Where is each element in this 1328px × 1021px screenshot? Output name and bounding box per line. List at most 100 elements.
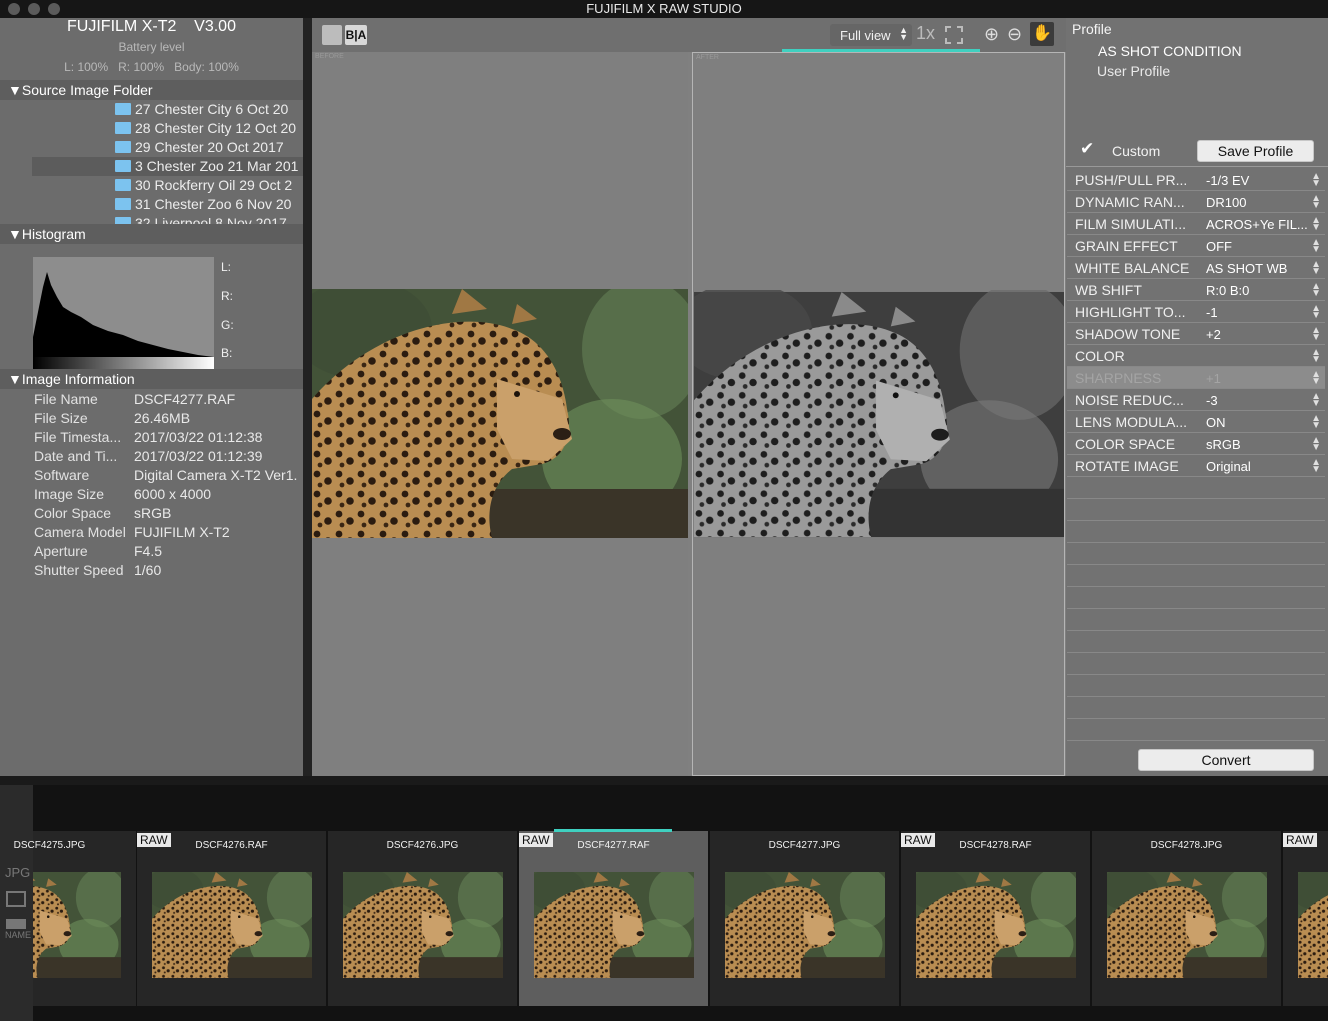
info-key: File Timesta...	[34, 429, 122, 445]
before-label: BEFORE	[315, 53, 344, 60]
stepper-arrows-icon[interactable]: ▲ ▼	[1311, 238, 1321, 255]
stepper-arrows-icon[interactable]: ▲ ▼	[1311, 304, 1321, 321]
setting-row[interactable]: COLOR ▲ ▼	[1067, 345, 1325, 367]
setting-row[interactable]: COLOR SPACE sRGB ▲ ▼	[1067, 433, 1325, 455]
info-key: Image Size	[34, 486, 105, 502]
setting-row[interactable]: PUSH/PULL PR... -1/3 EV ▲ ▼	[1067, 169, 1325, 191]
after-image	[694, 290, 1064, 539]
setting-row[interactable]: NOISE REDUC... -3 ▲ ▼	[1067, 389, 1325, 411]
save-profile-button[interactable]: Save Profile	[1197, 140, 1314, 162]
before-after-button[interactable]: B|A	[345, 25, 367, 45]
thumbnail-image	[534, 872, 694, 978]
actual-size-button[interactable]: 1x	[916, 23, 935, 44]
thumbnail-image	[916, 872, 1076, 978]
thumbnail-selected[interactable]: RAW DSCF4277.RAF	[519, 829, 708, 1006]
empty-row	[1067, 477, 1325, 499]
folder-icon	[115, 217, 131, 224]
folder-item[interactable]: 30 Rockferry Oil 29 Oct 2	[0, 176, 303, 195]
thumbnail[interactable]: DSCF4278.JPG	[1092, 831, 1281, 1006]
profile-as-shot[interactable]: AS SHOT CONDITION	[1098, 43, 1242, 59]
folder-item-selected[interactable]: 3 Chester Zoo 21 Mar 201	[32, 157, 303, 176]
info-row: File Timesta... 2017/03/22 01:12:38	[34, 429, 302, 448]
thumbnail[interactable]: RAW DSCF4278.RAF	[901, 831, 1090, 1006]
stepper-arrows-icon[interactable]: ▲ ▼	[1311, 414, 1321, 431]
battery-values: L: 100% R: 100% Body: 100%	[64, 60, 239, 74]
folder-item[interactable]: 32 Liverpool 8 Nov 2017	[0, 214, 303, 224]
empty-row	[1067, 587, 1325, 609]
setting-row[interactable]: ROTATE IMAGE Original ▲ ▼	[1067, 455, 1325, 477]
jaguar-monochrome-photo	[694, 290, 1064, 539]
battery-label: Battery level	[118, 40, 185, 54]
histogram-label-g: G:	[221, 318, 234, 332]
view-mode-select[interactable]: Full view ▲ ▼	[830, 24, 912, 46]
setting-row[interactable]: WHITE BALANCE AS SHOT WB ▲ ▼	[1067, 257, 1325, 279]
info-value: 2017/03/22 01:12:38	[134, 429, 263, 445]
info-key: Software	[34, 467, 90, 483]
convert-button[interactable]: Convert	[1138, 749, 1314, 771]
stepper-arrows-icon[interactable]: ▲ ▼	[1311, 194, 1321, 211]
folder-item[interactable]: 29 Chester 20 Oct 2017	[0, 138, 303, 157]
setting-row[interactable]: WB SHIFT R:0 B:0 ▲ ▼	[1067, 279, 1325, 301]
single-view-button[interactable]	[322, 25, 342, 45]
setting-row[interactable]: HIGHLIGHT TO... -1 ▲ ▼	[1067, 301, 1325, 323]
section-header-image-info[interactable]: ▼Image Information	[0, 369, 303, 389]
info-key: Date and Ti...	[34, 448, 118, 464]
setting-row[interactable]: FILM SIMULATI... ACROS+Ye FIL... ▲ ▼	[1067, 213, 1325, 235]
before-image	[312, 289, 688, 538]
raw-badge: RAW	[1283, 833, 1317, 847]
camera-filter-icon[interactable]	[6, 891, 26, 907]
setting-row[interactable]: DYNAMIC RAN... DR100 ▲ ▼	[1067, 191, 1325, 213]
image-filter-icon[interactable]	[6, 919, 26, 929]
info-value: Digital Camera X-T2 Ver1.	[134, 467, 298, 483]
histogram-label-b: B:	[221, 346, 233, 360]
left-splitter[interactable]	[303, 18, 312, 776]
zoom-out-icon[interactable]: ⊖	[1007, 24, 1022, 45]
stepper-arrows-icon[interactable]: ▲ ▼	[1311, 260, 1321, 277]
profile-custom[interactable]: Custom	[1112, 143, 1160, 159]
camera-header: FUJIFILM X-T2 V3.00	[0, 18, 303, 38]
zoom-in-icon[interactable]: ⊕	[984, 24, 999, 45]
jaguar-color-photo	[312, 289, 688, 538]
info-key: Shutter Speed	[34, 562, 124, 578]
stepper-arrows-icon[interactable]: ▲ ▼	[1311, 172, 1321, 189]
stepper-arrows-icon[interactable]: ▲ ▼	[1311, 392, 1321, 409]
thumbnail[interactable]: RAW	[1283, 831, 1328, 1006]
section-header-histogram[interactable]: ▼Histogram	[0, 224, 303, 244]
folder-icon	[115, 141, 131, 153]
thumbnail[interactable]: DSCF4276.JPG	[328, 831, 517, 1006]
profile-user-profile[interactable]: User Profile	[1097, 63, 1170, 79]
info-row: Date and Ti... 2017/03/22 01:12:39	[34, 448, 302, 467]
setting-row[interactable]: GRAIN EFFECT OFF ▲ ▼	[1067, 235, 1325, 257]
folder-icon	[115, 160, 131, 172]
after-label: AFTER	[696, 54, 719, 61]
stepper-arrows-icon[interactable]: ▲ ▼	[1311, 282, 1321, 299]
hand-tool-icon[interactable]: ✋	[1030, 22, 1054, 46]
folder-item[interactable]: 31 Chester Zoo 6 Nov 20	[0, 195, 303, 214]
setting-row[interactable]: SHADOW TONE +2 ▲ ▼	[1067, 323, 1325, 345]
folder-item[interactable]: 28 Chester City 12 Oct 20	[0, 119, 303, 138]
folder-item[interactable]: 27 Chester City 6 Oct 20	[0, 100, 303, 119]
stepper-arrows-icon[interactable]: ▲ ▼	[1311, 458, 1321, 475]
name-sort-label[interactable]: NAME	[5, 930, 31, 940]
jpg-filter-label[interactable]: JPG	[5, 865, 30, 880]
thumbnail-name: DSCF4277.RAF	[577, 840, 650, 851]
settings-list: PUSH/PULL PR... -1/3 EV ▲ ▼ DYNAMIC RAN... D…	[1066, 166, 1328, 746]
stepper-arrows-icon[interactable]: ▲ ▼	[1311, 326, 1321, 343]
stepper-arrows-icon[interactable]: ▲ ▼	[1311, 436, 1321, 453]
empty-row	[1067, 543, 1325, 565]
info-row: Image Size 6000 x 4000	[34, 486, 302, 505]
histogram-label-l: L:	[221, 260, 232, 274]
stepper-arrows-icon[interactable]: ▲ ▼	[1311, 216, 1321, 233]
empty-row	[1067, 675, 1325, 697]
info-row: File Size 26.46MB	[34, 410, 302, 429]
setting-row[interactable]: LENS MODULA... ON ▲ ▼	[1067, 411, 1325, 433]
thumbnail[interactable]: RAW DSCF4276.RAF	[137, 831, 326, 1006]
info-key: File Name	[34, 391, 98, 407]
thumbnail[interactable]: DSCF4277.JPG	[710, 831, 899, 1006]
thumbnail[interactable]: DSCF4275.JPG	[14, 831, 136, 1006]
fit-screen-icon[interactable]	[945, 26, 963, 44]
thumbnail-name: DSCF4276.JPG	[386, 840, 459, 851]
stepper-arrows-icon[interactable]: ▲ ▼	[1311, 348, 1321, 365]
info-row: Color Space sRGB	[34, 505, 302, 524]
section-header-source-folder[interactable]: ▼Source Image Folder	[0, 80, 303, 100]
